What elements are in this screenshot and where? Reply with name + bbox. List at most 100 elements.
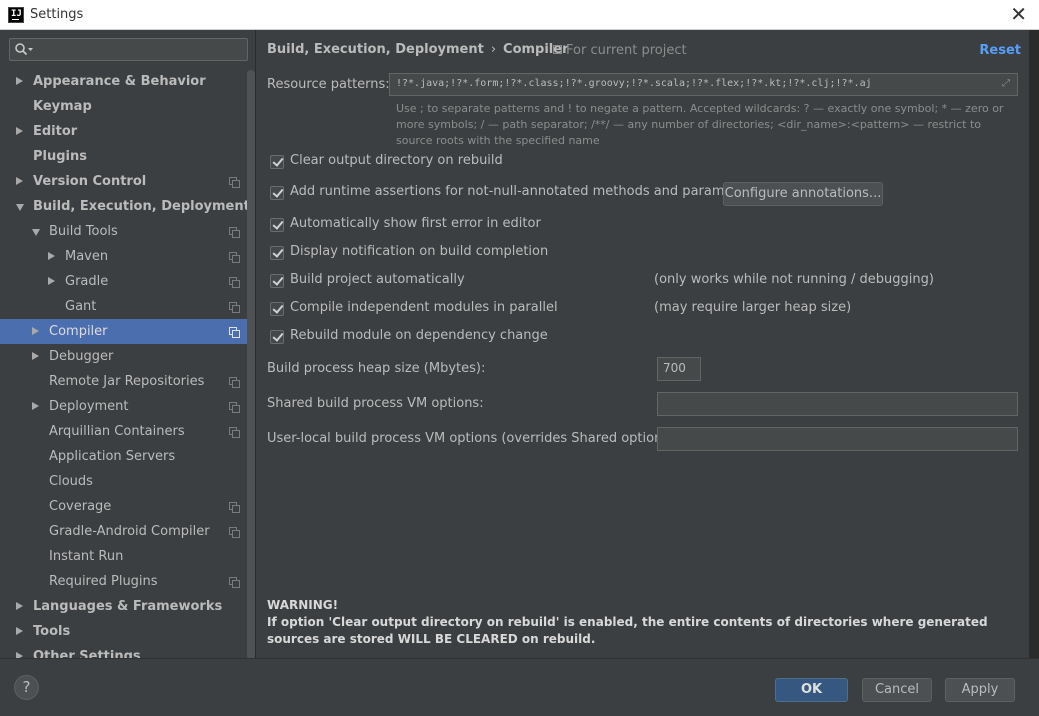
sidebar-item-label: Gant: [65, 299, 97, 314]
sidebar-item-label: Gradle-Android Compiler: [49, 524, 210, 539]
chevron-right-icon[interactable]: [16, 77, 23, 85]
compiler-settings-panel: Build, Execution, Deployment › Compiler Fo…: [257, 30, 1029, 658]
sidebar-item-build-execution-deployment[interactable]: Build, Execution, Deployment: [0, 194, 255, 219]
close-icon[interactable]: ✕: [1010, 4, 1027, 24]
sidebar-scrollbar[interactable]: [247, 70, 255, 658]
chevron-right-icon[interactable]: [16, 602, 23, 610]
heap-size-input[interactable]: 700: [657, 357, 701, 381]
chevron-right-icon[interactable]: [32, 352, 39, 360]
sidebar-item-clouds[interactable]: Clouds: [0, 469, 255, 494]
sidebar-item-appearance-behavior[interactable]: Appearance & Behavior: [0, 69, 255, 94]
sidebar-item-coverage[interactable]: Coverage: [0, 494, 255, 519]
ok-button[interactable]: OK: [775, 678, 848, 702]
chevron-right-icon[interactable]: [48, 277, 55, 285]
checkbox-checked[interactable]: [270, 155, 284, 169]
build-automatically-note: (only works while not running / debuggin…: [654, 272, 934, 287]
project-scope-icon: [229, 252, 240, 263]
intellij-app-icon: IJ: [8, 7, 24, 23]
chevron-right-icon[interactable]: [16, 127, 23, 135]
chevron-down-icon[interactable]: [32, 229, 40, 236]
project-scope-icon: [229, 527, 240, 538]
resource-patterns-hint: Use ; to separate patterns and ! to nega…: [396, 102, 1004, 147]
sidebar-item-languages-frameworks[interactable]: Languages & Frameworks: [0, 594, 255, 619]
sidebar-item-label: Tools: [33, 624, 71, 639]
sidebar-item-arquillian-containers[interactable]: Arquillian Containers: [0, 419, 255, 444]
window-title: Settings: [30, 7, 84, 22]
sidebar-item-label: Remote Jar Repositories: [49, 374, 205, 389]
sidebar-item-label: Gradle: [65, 274, 109, 289]
sidebar-item-label: Coverage: [49, 499, 112, 514]
shared-vm-options-input[interactable]: [657, 392, 1018, 416]
resource-patterns-label: Resource patterns:: [267, 77, 390, 92]
sidebar-item-maven[interactable]: Maven: [0, 244, 255, 269]
sidebar-item-build-tools[interactable]: Build Tools: [0, 219, 255, 244]
sidebar-item-deployment[interactable]: Deployment: [0, 394, 255, 419]
settings-tree: Appearance & Behavior Keymap Editor Plugins…: [0, 69, 255, 658]
reset-link[interactable]: Reset: [979, 43, 1021, 58]
shared-vm-options-label: Shared build process VM options:: [267, 396, 484, 411]
sidebar-item-label: Arquillian Containers: [49, 424, 185, 439]
checkbox-checked[interactable]: [270, 246, 284, 260]
chevron-right-icon[interactable]: [16, 627, 23, 635]
sidebar-item-label: Required Plugins: [49, 574, 158, 589]
project-scope-icon: [229, 502, 240, 513]
breadcrumb-parent: Build, Execution, Deployment: [267, 42, 484, 57]
sidebar-item-label: Editor: [33, 124, 78, 139]
chevron-right-icon[interactable]: [32, 327, 39, 335]
checkbox-checked[interactable]: [270, 218, 284, 232]
project-scope-icon: [229, 302, 240, 313]
sidebar-item-label: Other Settings: [33, 649, 141, 658]
project-scope-icon: [229, 402, 240, 413]
sidebar-item-version-control[interactable]: Version Control: [0, 169, 255, 194]
sidebar-item-instant-run[interactable]: Instant Run: [0, 544, 255, 569]
sidebar-item-label: Instant Run: [49, 549, 124, 564]
sidebar-item-keymap[interactable]: Keymap: [0, 94, 255, 119]
sidebar-item-label: Languages & Frameworks: [33, 599, 223, 614]
scope-indicator: For current project: [553, 43, 687, 58]
project-scope-icon: [229, 227, 240, 238]
chevron-right-icon[interactable]: [48, 252, 55, 260]
sidebar-item-label: Debugger: [49, 349, 114, 364]
warning-title: WARNING!: [267, 598, 339, 612]
expand-icon[interactable]: ⤢: [1002, 79, 1012, 89]
local-vm-options-input[interactable]: [657, 427, 1018, 451]
help-button[interactable]: ?: [14, 675, 39, 700]
sidebar-item-editor[interactable]: Editor: [0, 119, 255, 144]
sidebar-item-gradle[interactable]: Gradle: [0, 269, 255, 294]
sidebar-item-application-servers[interactable]: Application Servers: [0, 444, 255, 469]
sidebar-item-gradle-android-compiler[interactable]: Gradle-Android Compiler: [0, 519, 255, 544]
project-scope-icon: [229, 427, 240, 438]
warning-text: If option 'Clear output directory on reb…: [267, 615, 988, 646]
resource-patterns-field[interactable]: !?*.java;!?*.form;!?*.class;!?*.groovy;!…: [389, 73, 1018, 96]
sidebar-item-gant[interactable]: Gant: [0, 294, 255, 319]
background-window-edge: [1029, 30, 1039, 678]
sidebar-item-required-plugins[interactable]: Required Plugins: [0, 569, 255, 594]
sidebar-item-label: Clouds: [49, 474, 93, 489]
project-scope-icon: [553, 45, 562, 54]
checkbox-checked[interactable]: [270, 186, 284, 200]
chevron-right-icon[interactable]: [16, 177, 23, 185]
project-scope-icon: [229, 577, 240, 588]
cancel-button[interactable]: Cancel: [862, 678, 932, 702]
search-input[interactable]: [9, 38, 248, 61]
configure-annotations-button[interactable]: Configure annotations...: [723, 182, 883, 206]
chevron-down-icon[interactable]: [16, 204, 24, 211]
checkbox-checked[interactable]: [270, 330, 284, 344]
project-scope-icon: [229, 377, 240, 388]
sidebar-item-other-settings[interactable]: Other Settings: [0, 644, 255, 658]
dialog-footer: ? OK Cancel Apply: [0, 658, 1039, 716]
apply-button[interactable]: Apply: [945, 678, 1015, 702]
sidebar-item-remote-jar-repositories[interactable]: Remote Jar Repositories: [0, 369, 255, 394]
sidebar-item-label: Build, Execution, Deployment: [33, 199, 250, 214]
chevron-right-icon[interactable]: [32, 402, 39, 410]
sidebar-item-tools[interactable]: Tools: [0, 619, 255, 644]
title-bar: IJ Settings ✕: [0, 0, 1039, 30]
checkbox-checked[interactable]: [270, 302, 284, 316]
sidebar-item-plugins[interactable]: Plugins: [0, 144, 255, 169]
breadcrumb: Build, Execution, Deployment › Compiler: [267, 42, 569, 57]
local-vm-options-label: User-local build process VM options (ove…: [267, 431, 679, 446]
sidebar-item-compiler[interactable]: Compiler: [0, 319, 255, 344]
sidebar-item-debugger[interactable]: Debugger: [0, 344, 255, 369]
checkbox-checked[interactable]: [270, 274, 284, 288]
sidebar-item-label: Version Control: [33, 174, 147, 189]
